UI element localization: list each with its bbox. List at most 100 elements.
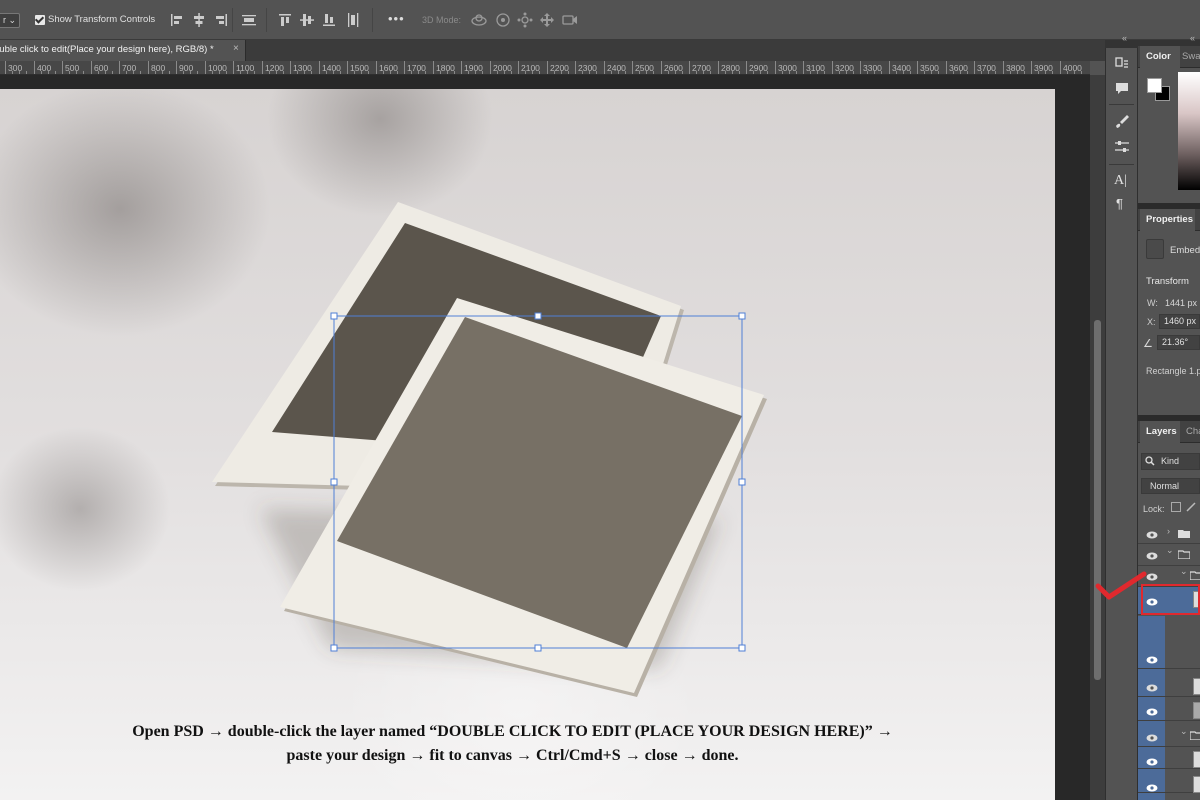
layer-thumbnail: [1193, 751, 1200, 768]
align-bottom-icon[interactable]: [320, 11, 338, 29]
visibility-eye-icon[interactable]: [1146, 683, 1158, 692]
3d-pan-icon[interactable]: [516, 11, 534, 29]
color-picker-field[interactable]: [1178, 72, 1200, 190]
document-tab[interactable]: ouble click to edit(Place your design he…: [0, 40, 246, 61]
tab-color[interactable]: Color: [1140, 46, 1180, 68]
3d-mode-label: 3D Mode:: [422, 15, 462, 25]
character-panel-icon[interactable]: A|: [1114, 173, 1127, 189]
collapse-chevron-icon[interactable]: ⌄: [1166, 545, 1174, 556]
align-vertical-center-icon[interactable]: [298, 11, 316, 29]
folder-open-icon: [1177, 550, 1191, 560]
distribute-horizontal-icon[interactable]: [240, 11, 258, 29]
visibility-eye-icon[interactable]: [1146, 783, 1158, 792]
scrollbar-thumb[interactable]: [1094, 320, 1101, 680]
more-options-button[interactable]: •••: [388, 11, 405, 26]
blend-mode-select[interactable]: Normal: [1141, 478, 1200, 494]
adjustments-icon[interactable]: [1113, 138, 1131, 156]
vertical-scrollbar[interactable]: [1090, 75, 1105, 800]
ruler-label: 2200: [550, 63, 569, 73]
ruler-label: 3600: [949, 63, 968, 73]
collapse-chevron-icon[interactable]: ⌄: [1180, 726, 1188, 737]
ruler-label: 2700: [692, 63, 711, 73]
collapse-icon[interactable]: «: [1190, 33, 1195, 43]
close-tab-icon[interactable]: ×: [233, 43, 239, 54]
3d-roll-icon[interactable]: [494, 11, 512, 29]
ruler-label: 2300: [578, 63, 597, 73]
ruler-label: 3700: [977, 63, 996, 73]
3d-slide-icon[interactable]: [538, 11, 556, 29]
layer-thumbnail: [1193, 776, 1200, 793]
3d-camera-icon[interactable]: [561, 11, 579, 29]
visibility-eye-icon[interactable]: [1146, 707, 1158, 716]
ruler-label: 1700: [407, 63, 426, 73]
canvas-area: Open PSD → double-click the layer named …: [0, 75, 1090, 800]
folder-open-icon: [1189, 571, 1200, 581]
embedded-smart-object-icon: [1146, 239, 1164, 259]
ruler-label: 1400: [322, 63, 341, 73]
foreground-color-swatch[interactable]: [1147, 78, 1162, 93]
collapse-chevron-icon[interactable]: ⌄: [1180, 566, 1188, 577]
horizontal-ruler[interactable]: 300 400 500 600 700 800 900 1000 1100 1200 1300 140…: [0, 61, 1090, 75]
ruler-label: 1200: [265, 63, 284, 73]
ruler-label: 1000: [208, 63, 227, 73]
red-checkmark-annotation: [1095, 571, 1147, 600]
tab-swatches[interactable]: Swa: [1182, 46, 1200, 68]
document-tab-bar: ouble click to edit(Place your design he…: [0, 40, 1105, 61]
paragraph-panel-icon[interactable]: ¶: [1116, 196, 1123, 211]
visibility-eye-icon[interactable]: [1146, 551, 1158, 560]
x-position-field[interactable]: 1460 px: [1159, 314, 1200, 329]
ruler-label: 4000: [1063, 63, 1082, 73]
align-left-icon[interactable]: [168, 11, 186, 29]
visibility-eye-icon[interactable]: [1146, 757, 1158, 766]
rotation-angle-field[interactable]: 21.36°: [1157, 335, 1200, 350]
strip-divider: [1109, 104, 1134, 105]
ruler-label: 3500: [920, 63, 939, 73]
width-value[interactable]: 1441 px: [1165, 298, 1197, 308]
comments-icon[interactable]: [1113, 80, 1131, 98]
instruction-line-2: paste your design → fit to canvas → Ctrl…: [286, 747, 739, 764]
align-horizontal-center-icon[interactable]: [190, 11, 208, 29]
tab-layers[interactable]: Layers: [1140, 421, 1180, 443]
show-transform-checkbox[interactable]: [35, 15, 45, 25]
expand-chevron-icon[interactable]: ›: [1167, 526, 1170, 536]
ruler-label: 2400: [607, 63, 626, 73]
ruler-label: 3100: [806, 63, 825, 73]
lock-transparent-pixels-icon[interactable]: [1171, 502, 1181, 512]
ruler-label: 3200: [835, 63, 854, 73]
tab-channels[interactable]: Cha: [1186, 421, 1200, 443]
layer-thumbnail: [1193, 678, 1200, 695]
layer-thumbnail: [1193, 702, 1200, 719]
align-top-icon[interactable]: [276, 11, 294, 29]
search-icon: [1145, 456, 1155, 466]
visibility-eye-icon[interactable]: [1146, 655, 1158, 664]
tab-properties[interactable]: Properties: [1140, 209, 1195, 231]
document-canvas[interactable]: Open PSD → double-click the layer named …: [0, 89, 1055, 800]
panel-icon-strip: [1105, 48, 1138, 800]
options-bar: r ⌄ Show Transform Controls ••• 3D Mode:: [0, 0, 1200, 40]
visibility-eye-icon[interactable]: [1146, 733, 1158, 742]
tool-preset-value: r: [2, 15, 6, 25]
distribute-vertical-icon[interactable]: [344, 11, 362, 29]
show-transform-label: Show Transform Controls: [48, 14, 156, 25]
x-label: X:: [1147, 317, 1156, 327]
ruler-label: 2800: [721, 63, 740, 73]
ruler-label: 3300: [863, 63, 882, 73]
folder-icon: [1178, 529, 1190, 538]
ruler-label: 3800: [1006, 63, 1025, 73]
embed-label: Embed: [1170, 245, 1200, 256]
tool-preset-dropdown[interactable]: r ⌄: [0, 13, 20, 28]
linked-file-name: Rectangle 1.ps: [1146, 366, 1200, 376]
lock-image-pixels-icon[interactable]: [1186, 502, 1196, 512]
brush-settings-icon[interactable]: [1113, 113, 1131, 131]
history-icon[interactable]: [1113, 55, 1131, 73]
visibility-eye-icon[interactable]: [1146, 530, 1158, 539]
ruler-label: 1300: [293, 63, 312, 73]
ruler-label: 2600: [664, 63, 683, 73]
align-right-icon[interactable]: [212, 11, 230, 29]
instruction-line-1: Open PSD → double-click the layer named …: [132, 723, 893, 740]
3d-orbit-icon[interactable]: [470, 11, 488, 29]
document-tab-title: ouble click to edit(Place your design he…: [0, 44, 214, 55]
collapse-icon[interactable]: «: [1122, 33, 1127, 43]
transform-section-title: Transform: [1146, 276, 1189, 287]
ruler-label: 3900: [1034, 63, 1053, 73]
